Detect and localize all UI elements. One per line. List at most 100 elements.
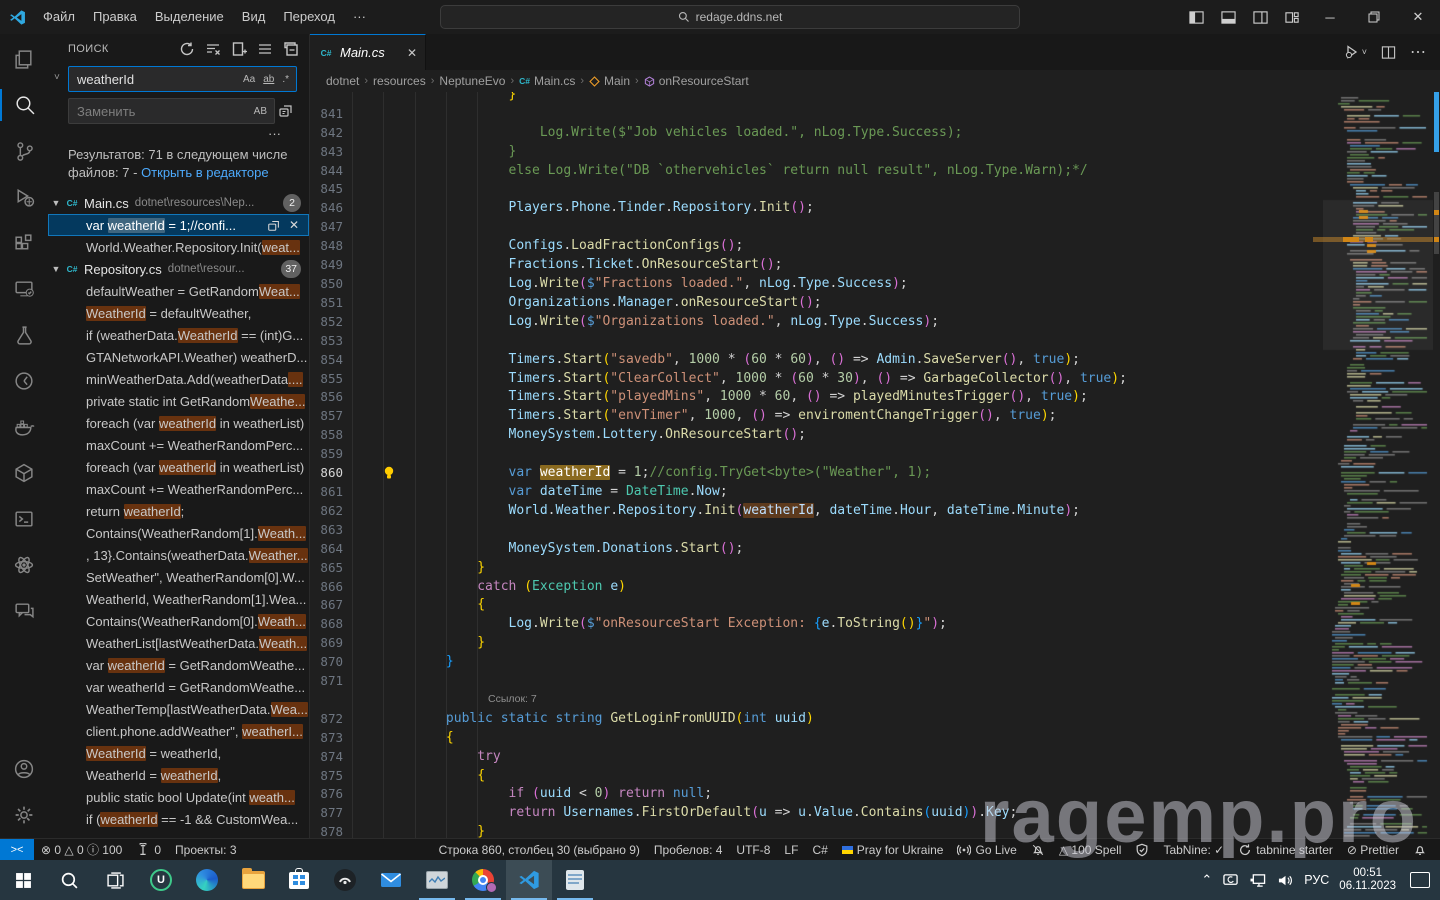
collapse-all-icon[interactable] — [283, 41, 299, 57]
search-result-row[interactable]: WeatherId = weatherId, — [48, 742, 309, 764]
activity-extensions-icon[interactable] — [0, 220, 48, 266]
status-tabnine-shield[interactable] — [1128, 839, 1156, 861]
minimize-button[interactable]: ─ — [1308, 0, 1352, 34]
search-result-row[interactable]: return weatherId; — [48, 500, 309, 522]
toggle-primary-sidebar-icon[interactable] — [1180, 0, 1212, 34]
status-language-mode[interactable]: C# — [805, 839, 834, 861]
run-debug-dropdown-icon[interactable]: ˅ — [1344, 44, 1367, 60]
breadcrumb-NeptuneEvo[interactable]: NeptuneEvo — [439, 74, 505, 88]
activity-terminal-icon[interactable] — [0, 496, 48, 542]
search-result-row[interactable]: World.Weather.Repository.Init(weat... — [48, 236, 309, 258]
open-in-editor-link[interactable]: Открыть в редакторе — [141, 165, 269, 180]
file-row-Repository.cs[interactable]: ▼ C# Repository.csdotnet\resour... 37 — [48, 258, 309, 280]
tray-language[interactable]: РУС — [1304, 873, 1329, 887]
menu-overflow-button[interactable]: ··· — [344, 6, 375, 28]
status-ports[interactable]: 0 — [129, 839, 168, 861]
status-problems[interactable]: ⊗ 0 △ 0 ⓘ 100 — [34, 839, 129, 861]
command-center-search[interactable]: redage.ddns.net — [440, 5, 1020, 29]
status-encoding[interactable]: UTF-8 — [729, 839, 777, 861]
tab-close-icon[interactable]: ✕ — [407, 46, 417, 60]
preserve-case-icon[interactable]: AB — [251, 104, 270, 119]
search-result-row[interactable]: if (weatherId == -1 && CustomWea... — [48, 808, 309, 830]
activity-atom-icon[interactable] — [0, 542, 48, 588]
action-center-icon[interactable] — [1410, 872, 1430, 888]
taskbar-store-icon[interactable] — [276, 860, 322, 900]
tray-hidden-icons-chevron[interactable]: ⌃ — [1201, 872, 1212, 888]
code-editor[interactable]: }841842 Log.Write($"Job vehicles loaded.… — [310, 92, 1440, 838]
search-result-row[interactable]: WeatherId = weatherId, — [48, 764, 309, 786]
search-result-row[interactable]: GTANetworkAPI.Weather) weatherD... — [48, 346, 309, 368]
tray-volume-icon[interactable] — [1277, 873, 1294, 888]
editor-more-actions-icon[interactable]: ⋯ — [1410, 42, 1426, 62]
split-editor-icon[interactable] — [1381, 45, 1396, 60]
taskbar-notepad-icon[interactable] — [552, 860, 598, 900]
activity-search-icon[interactable] — [0, 82, 48, 128]
status-notifications-muted[interactable] — [1024, 839, 1052, 861]
tray-sync-icon[interactable] — [1222, 873, 1239, 888]
activity-remote-explorer-icon[interactable] — [0, 266, 48, 312]
clear-results-icon[interactable] — [205, 41, 221, 57]
lightbulb-icon[interactable] — [383, 466, 395, 480]
search-result-row[interactable]: foreach (var weatherId in weatherList) — [48, 456, 309, 478]
search-result-row[interactable]: var weatherId = GetRandomWeathe... — [48, 676, 309, 698]
restore-button[interactable] — [1352, 0, 1396, 34]
activity-performance-icon[interactable] — [0, 358, 48, 404]
taskbar-vscode-icon[interactable] — [506, 860, 552, 900]
activity-testing-icon[interactable] — [0, 312, 48, 358]
status-prettier[interactable]: ⊘ Prettier — [1340, 839, 1406, 861]
search-result-row[interactable]: defaultWeather = GetRandomWeat... — [48, 280, 309, 302]
whole-word-icon[interactable]: ab — [260, 72, 277, 87]
tray-clock[interactable]: 00:5106.11.2023 — [1339, 867, 1396, 893]
taskbar-chrome-icon[interactable] — [460, 860, 506, 900]
search-result-row[interactable]: WeatherId, WeatherRandom[1].Wea... — [48, 588, 309, 610]
status-cursor-position[interactable]: Строка 860, столбец 30 (выбрано 9) — [432, 839, 647, 861]
toggle-replace-chevron-icon[interactable]: ˅ — [54, 72, 68, 83]
menu-Правка[interactable]: Правка — [84, 6, 146, 28]
status-pray-for-ukraine[interactable]: Pray for Ukraine — [835, 839, 951, 861]
activity-docker-icon[interactable] — [0, 404, 48, 450]
breadcrumb-Main[interactable]: Main — [589, 74, 630, 88]
taskbar-edge-icon[interactable] — [184, 860, 230, 900]
taskbar-sysmonitor-icon[interactable] — [414, 860, 460, 900]
search-result-row[interactable]: var weatherId = 1;//confi... ✕ — [48, 214, 309, 236]
replace-match-icon[interactable] — [267, 218, 281, 232]
view-as-list-icon[interactable] — [257, 41, 273, 57]
activity-account-icon[interactable] — [0, 746, 48, 792]
status-eol[interactable]: LF — [777, 839, 805, 861]
search-result-row[interactable]: , 13}.Contains(weatherData.Weather... — [48, 544, 309, 566]
breadcrumb-Main.cs[interactable]: C#Main.cs — [519, 73, 575, 89]
taskbar-start-icon[interactable] — [0, 860, 46, 900]
search-result-row[interactable]: minWeatherData.Add(weatherData.... — [48, 368, 309, 390]
search-result-row[interactable]: SetWeather", WeatherRandom[0].W... — [48, 566, 309, 588]
activity-package-icon[interactable] — [0, 450, 48, 496]
status-tabnine-starter[interactable]: tabnine starter — [1231, 839, 1340, 861]
search-result-row[interactable]: Contains(WeatherRandom[1].Weath... — [48, 522, 309, 544]
match-case-icon[interactable]: Aa — [240, 72, 258, 87]
status-feedback[interactable] — [1406, 839, 1434, 861]
status-tabnine[interactable]: TabNine: ✓ — [1156, 839, 1231, 861]
activity-source-control-icon[interactable] — [0, 128, 48, 174]
refresh-icon[interactable] — [179, 41, 195, 57]
close-button[interactable]: ✕ — [1396, 0, 1440, 34]
search-result-row[interactable]: public static bool Update(int weath... — [48, 786, 309, 808]
search-result-row[interactable]: Contains(WeatherRandom[0].Weath... — [48, 610, 309, 632]
new-search-editor-icon[interactable] — [231, 41, 247, 57]
search-result-row[interactable]: WeatherList[lastWeatherData.Weath... — [48, 632, 309, 654]
search-result-row[interactable]: foreach (var weatherId in weatherList) — [48, 412, 309, 434]
dismiss-match-icon[interactable]: ✕ — [289, 218, 299, 232]
breadcrumb-dotnet[interactable]: dotnet — [326, 74, 359, 88]
tab-main-cs[interactable]: C# Main.cs ✕ — [310, 34, 426, 70]
codelens-references[interactable]: Ссылок: 7 — [352, 693, 537, 705]
replace-input[interactable]: Заменить AB — [68, 98, 275, 124]
status-spell[interactable]: △ 100 Spell — [1052, 839, 1129, 861]
taskbar-iobit-icon[interactable]: U — [138, 860, 184, 900]
activity-comments-icon[interactable] — [0, 588, 48, 634]
taskbar-mail-icon[interactable] — [368, 860, 414, 900]
activity-run-debug-icon[interactable] — [0, 174, 48, 220]
menu-Вид[interactable]: Вид — [233, 6, 275, 28]
toggle-panel-icon[interactable] — [1212, 0, 1244, 34]
breadcrumb-resources[interactable]: resources — [373, 74, 426, 88]
search-result-row[interactable]: maxCount += WeatherRandomPerc... — [48, 478, 309, 500]
status-indentation[interactable]: Пробелов: 4 — [647, 839, 730, 861]
search-result-row[interactable]: client.phone.addWeather", weatherI... — [48, 720, 309, 742]
